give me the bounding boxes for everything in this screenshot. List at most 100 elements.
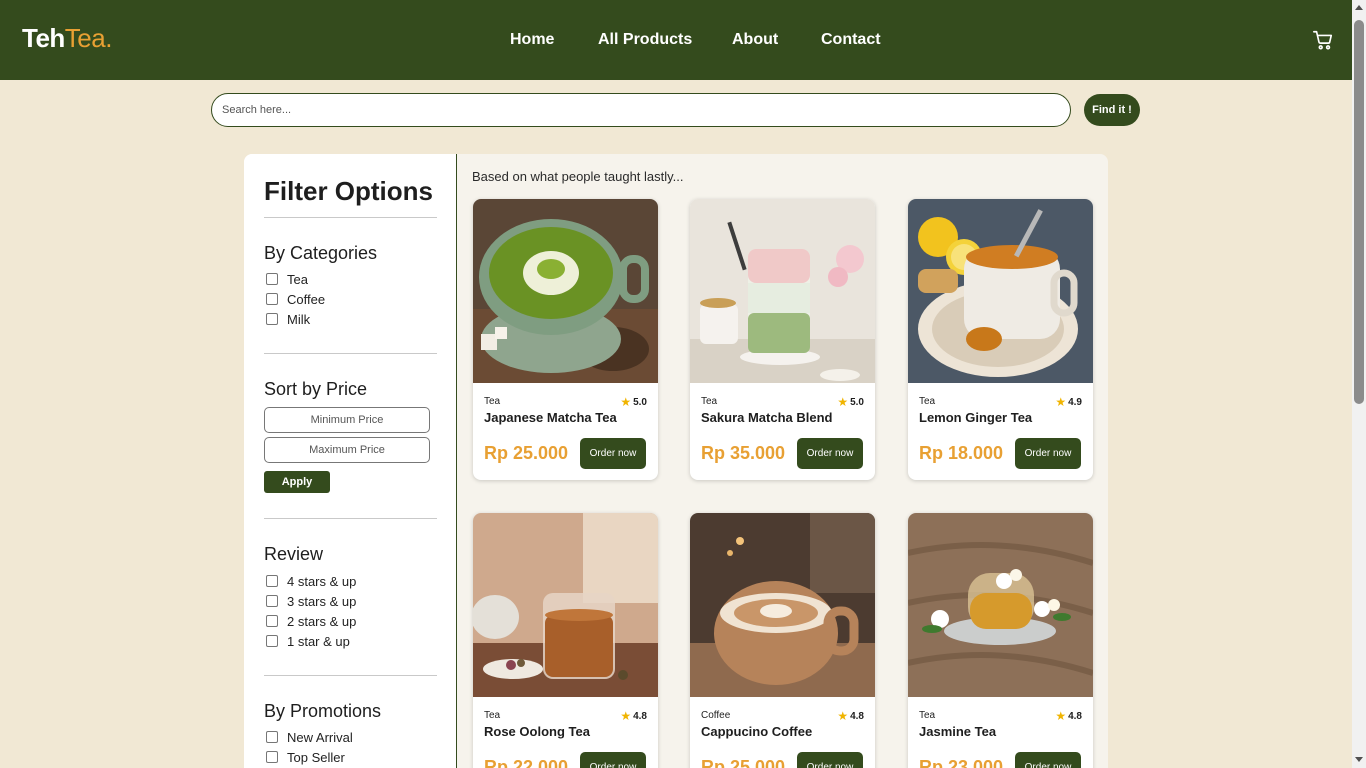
product-category: Tea (484, 396, 501, 407)
order-now-button[interactable]: Order now (580, 752, 646, 768)
filter-title: Filter Options (264, 176, 433, 206)
product-category: Tea (484, 710, 501, 721)
product-name[interactable]: Japanese Matcha Tea (484, 410, 617, 425)
max-price-input[interactable] (264, 437, 430, 463)
search-input[interactable] (211, 93, 1071, 127)
product-image[interactable] (473, 199, 658, 383)
rating-value: 4.9 (1068, 396, 1082, 408)
checkbox-label: Milk (287, 311, 311, 327)
category-coffee-checkbox[interactable]: Coffee (266, 291, 325, 307)
order-now-button[interactable]: Order now (797, 752, 863, 768)
checkbox-icon[interactable] (266, 273, 278, 285)
checkbox-label: 4 stars & up (287, 573, 357, 589)
review-4-checkbox[interactable]: 4 stars & up (266, 573, 356, 589)
checkbox-icon[interactable] (266, 575, 278, 587)
product-image[interactable] (473, 513, 658, 697)
review-2-checkbox[interactable]: 2 stars & up (266, 613, 356, 629)
order-now-button[interactable]: Order now (580, 438, 646, 469)
product-card[interactable]: Tea ★ 4.8 Rose Oolong Tea Rp 22.000 Order… (473, 513, 658, 768)
review-1-checkbox[interactable]: 1 star & up (266, 633, 350, 649)
star-icon: ★ (837, 395, 849, 409)
category-milk-checkbox[interactable]: Milk (266, 311, 310, 327)
divider (264, 675, 437, 676)
product-price: Rp 25.000 (701, 757, 786, 768)
checkbox-label: Coffee (287, 291, 326, 307)
promo-top-seller-checkbox[interactable]: Top Seller (266, 749, 345, 765)
nav-home[interactable]: Home (510, 31, 554, 49)
divider (264, 217, 437, 218)
checkbox-label: Top Seller (287, 749, 345, 765)
product-name[interactable]: Jasmine Tea (919, 724, 996, 739)
star-icon: ★ (1055, 709, 1067, 723)
promo-new-arrival-checkbox[interactable]: New Arrival (266, 729, 353, 745)
apply-button[interactable]: Apply (264, 471, 330, 493)
checkbox-icon[interactable] (266, 635, 278, 647)
checkbox-icon[interactable] (266, 293, 278, 305)
product-image[interactable] (690, 513, 875, 697)
promotions-title: By Promotions (264, 701, 382, 721)
order-now-button[interactable]: Order now (1015, 438, 1081, 469)
checkbox-icon[interactable] (266, 615, 278, 627)
categories-title: By Categories (264, 243, 378, 263)
nav-contact[interactable]: Contact (821, 31, 881, 49)
product-card[interactable]: Tea ★ 4.9 Lemon Ginger Tea Rp 18.000 Orde… (908, 199, 1093, 480)
checkbox-label: 2 stars & up (287, 613, 357, 629)
checkbox-icon[interactable] (266, 751, 278, 763)
product-image[interactable] (908, 513, 1093, 697)
rating-value: 4.8 (633, 710, 647, 722)
page-scrollbar[interactable] (1352, 0, 1366, 768)
review-3-checkbox[interactable]: 3 stars & up (266, 593, 356, 609)
order-now-button[interactable]: Order now (797, 438, 863, 469)
find-button[interactable]: Find it ! (1084, 94, 1140, 126)
main-panel: Filter Options By Categories Tea Coffee … (244, 154, 1108, 768)
product-price: Rp 23.000 (919, 757, 1004, 768)
star-icon: ★ (1055, 395, 1067, 409)
nav-about[interactable]: About (732, 31, 778, 49)
rating-value: 5.0 (850, 396, 864, 408)
checkbox-label: 1 star & up (287, 633, 350, 649)
checkbox-label: 3 stars & up (287, 593, 357, 609)
scroll-up-icon[interactable] (1355, 5, 1363, 10)
product-card[interactable]: Tea ★ 4.8 Jasmine Tea Rp 23.000 Order now (908, 513, 1093, 768)
min-price-input[interactable] (264, 407, 430, 433)
product-category: Tea (919, 396, 936, 407)
content-heading: Based on what people taught lastly... (472, 169, 684, 184)
main-nav: Home All Products About Contact (0, 31, 1352, 51)
product-rating: ★ 4.8 (837, 709, 864, 723)
rating-value: 5.0 (633, 396, 647, 408)
product-price: Rp 25.000 (484, 443, 569, 463)
product-category: Tea (701, 396, 718, 407)
product-price: Rp 18.000 (919, 443, 1004, 463)
order-now-button[interactable]: Order now (1015, 752, 1081, 768)
product-category: Coffee (701, 710, 731, 721)
nav-all-products[interactable]: All Products (598, 31, 692, 49)
product-rating: ★ 5.0 (620, 395, 647, 409)
product-image[interactable] (908, 199, 1093, 383)
product-card[interactable]: Coffee ★ 4.8 Cappucino Coffee Rp 25.000 O… (690, 513, 875, 768)
product-rating: ★ 4.8 (620, 709, 647, 723)
price-title: Sort by Price (264, 379, 368, 399)
divider (264, 353, 437, 354)
rating-value: 4.8 (1068, 710, 1082, 722)
cart-icon[interactable] (1312, 29, 1334, 51)
product-card[interactable]: Tea ★ 5.0 Sakura Matcha Blend Rp 35.000 O… (690, 199, 875, 480)
checkbox-icon[interactable] (266, 313, 278, 325)
product-rating: ★ 4.8 (1055, 709, 1082, 723)
checkbox-icon[interactable] (266, 731, 278, 743)
product-image[interactable] (690, 199, 875, 383)
product-card[interactable]: Tea ★ 5.0 Japanese Matcha Tea Rp 25.000 O… (473, 199, 658, 480)
product-rating: ★ 4.9 (1055, 395, 1082, 409)
checkbox-icon[interactable] (266, 595, 278, 607)
product-name[interactable]: Rose Oolong Tea (484, 724, 590, 739)
top-navbar: TehTea. Home All Products About Contact (0, 0, 1352, 80)
scrollbar-thumb[interactable] (1354, 20, 1364, 404)
filter-sidebar: Filter Options By Categories Tea Coffee … (244, 154, 457, 768)
product-name[interactable]: Sakura Matcha Blend (701, 410, 833, 425)
scroll-down-icon[interactable] (1355, 757, 1363, 762)
product-name[interactable]: Lemon Ginger Tea (919, 410, 1032, 425)
category-tea-checkbox[interactable]: Tea (266, 271, 308, 287)
product-name[interactable]: Cappucino Coffee (701, 724, 812, 739)
star-icon: ★ (620, 395, 632, 409)
product-category: Tea (919, 710, 936, 721)
checkbox-label: Tea (287, 271, 308, 287)
